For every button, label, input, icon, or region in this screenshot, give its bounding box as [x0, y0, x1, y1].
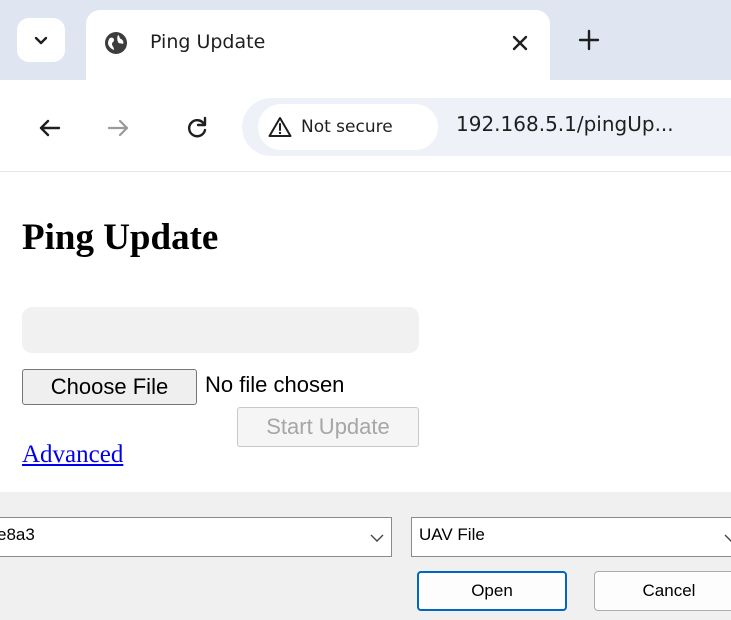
chevron-down-icon[interactable] — [724, 533, 731, 543]
close-icon[interactable] — [510, 33, 530, 53]
open-button[interactable]: Open — [417, 571, 567, 611]
tab-ping-update[interactable]: Ping Update — [86, 10, 550, 80]
chevron-down-icon — [34, 36, 48, 45]
warning-icon — [268, 117, 292, 137]
security-status-label: Not secure — [301, 117, 393, 137]
new-tab-icon[interactable] — [577, 28, 601, 52]
choose-file-button[interactable]: Choose File — [22, 369, 197, 405]
file-name-input[interactable]: e8a3 — [0, 517, 392, 557]
site-info-button[interactable]: Not secure — [258, 104, 438, 150]
toolbar-divider — [0, 171, 731, 172]
advanced-link[interactable]: Advanced — [22, 441, 123, 469]
tab-strip: Ping Update — [0, 0, 731, 80]
file-type-value: UAV File — [419, 525, 485, 544]
url-text[interactable]: 192.168.5.1/pingUp... — [456, 112, 674, 136]
forward-arrow-icon[interactable] — [105, 115, 131, 141]
back-arrow-icon[interactable] — [37, 115, 63, 141]
page-title: Ping Update — [22, 217, 219, 258]
file-status-label: No file chosen — [205, 372, 345, 397]
globe-icon — [105, 32, 127, 54]
file-type-select[interactable]: UAV File — [411, 517, 731, 557]
tab-title: Ping Update — [150, 31, 266, 53]
chevron-down-icon[interactable] — [370, 533, 384, 543]
file-name-value: e8a3 — [0, 525, 35, 544]
update-progress-bar — [22, 307, 419, 353]
start-update-button[interactable]: Start Update — [237, 407, 419, 447]
reload-icon[interactable] — [184, 115, 210, 141]
cancel-button[interactable]: Cancel — [594, 571, 731, 611]
tab-search-button[interactable] — [17, 18, 65, 62]
